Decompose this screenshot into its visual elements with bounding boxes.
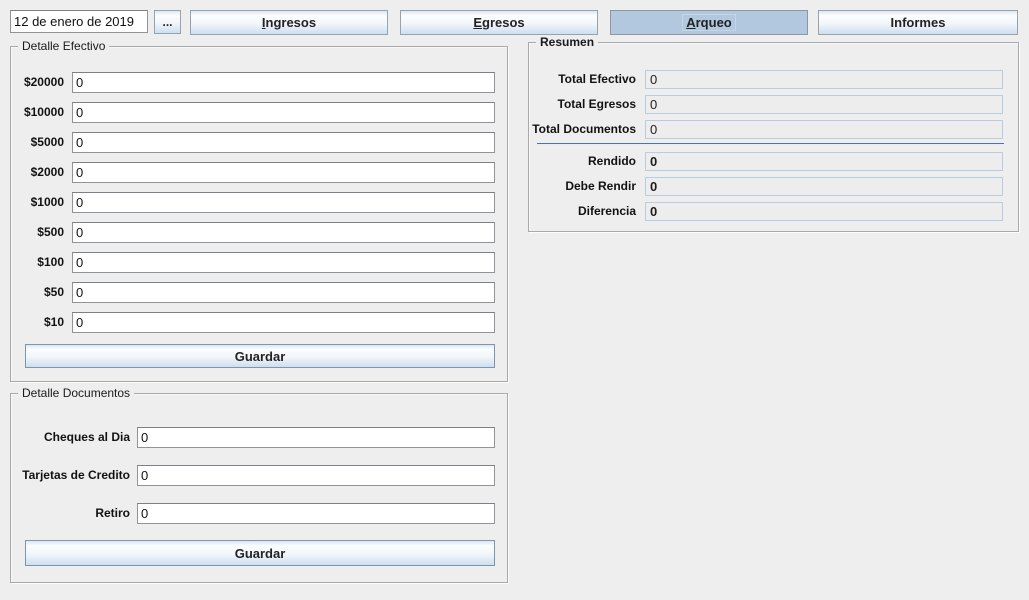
ellipsis-icon: ... [162,15,172,30]
denom-100-input[interactable] [72,252,495,273]
group-title: Detalle Documentos [18,386,134,400]
diferencia-value: 0 [645,202,1003,221]
guardar-button-label: Guardar [235,349,286,364]
denom-20000-input[interactable] [72,72,495,93]
date-input[interactable] [10,10,148,33]
denom-1000-label: $1000 [31,195,64,210]
nav-button-label: Informes [891,15,946,30]
nav-button-egresos[interactable]: Egresos [400,10,598,35]
total-efectivo-value: 0 [645,70,1003,89]
group-title: Detalle Efectivo [18,39,109,53]
resumen-separator [537,143,1004,145]
guardar-documentos-button[interactable]: Guardar [25,540,495,566]
date-browse-button[interactable]: ... [154,10,181,34]
tarjetas-de-credito-input[interactable] [137,465,495,486]
group-title: Resumen [536,35,598,49]
denom-20000-label: $20000 [24,75,64,90]
guardar-button-label: Guardar [235,546,286,561]
nav-button-informes[interactable]: Informes [818,10,1018,35]
denom-500-input[interactable] [72,222,495,243]
denom-50-input[interactable] [72,282,495,303]
cheques-al-dia-label: Cheques al Dia [44,430,130,445]
detalle-documentos-group: Detalle Documentos Cheques al Dia Tarjet… [10,393,508,583]
diferencia-label: Diferencia [578,204,636,219]
cheques-al-dia-input[interactable] [137,427,495,448]
debe-rendir-label: Debe Rendir [565,179,636,194]
resumen-group: Resumen Total Efectivo 0 Total Egresos 0… [528,42,1019,232]
denom-2000-input[interactable] [72,162,495,183]
guardar-efectivo-button[interactable]: Guardar [25,344,495,368]
nav-button-ingresos[interactable]: Ingresos [190,10,388,35]
denom-10-label: $10 [44,315,64,330]
nav-button-label: Egresos [473,15,524,30]
denom-5000-input[interactable] [72,132,495,153]
retiro-label: Retiro [95,506,130,521]
denom-1000-input[interactable] [72,192,495,213]
denom-500-label: $500 [37,225,64,240]
denom-100-label: $100 [37,255,64,270]
denom-2000-label: $2000 [31,165,64,180]
retiro-input[interactable] [137,503,495,524]
debe-rendir-value: 0 [645,177,1003,196]
denom-50-label: $50 [44,285,64,300]
nav-button-label: Arqueo [682,14,736,31]
nav-button-label: Ingresos [262,15,316,30]
rendido-label: Rendido [588,154,636,169]
denom-10-input[interactable] [72,312,495,333]
total-egresos-value: 0 [645,95,1003,114]
total-documentos-value: 0 [645,120,1003,139]
tarjetas-de-credito-label: Tarjetas de Credito [22,468,130,483]
nav-button-arqueo[interactable]: Arqueo [610,10,808,35]
total-documentos-label: Total Documentos [532,122,636,137]
denom-10000-input[interactable] [72,102,495,123]
total-efectivo-label: Total Efectivo [558,72,636,87]
rendido-value: 0 [645,152,1003,171]
denom-5000-label: $5000 [31,135,64,150]
total-egresos-label: Total Egresos [558,97,636,112]
detalle-efectivo-group: Detalle Efectivo $20000 $10000 $5000 $20… [10,46,508,382]
denom-10000-label: $10000 [24,105,64,120]
